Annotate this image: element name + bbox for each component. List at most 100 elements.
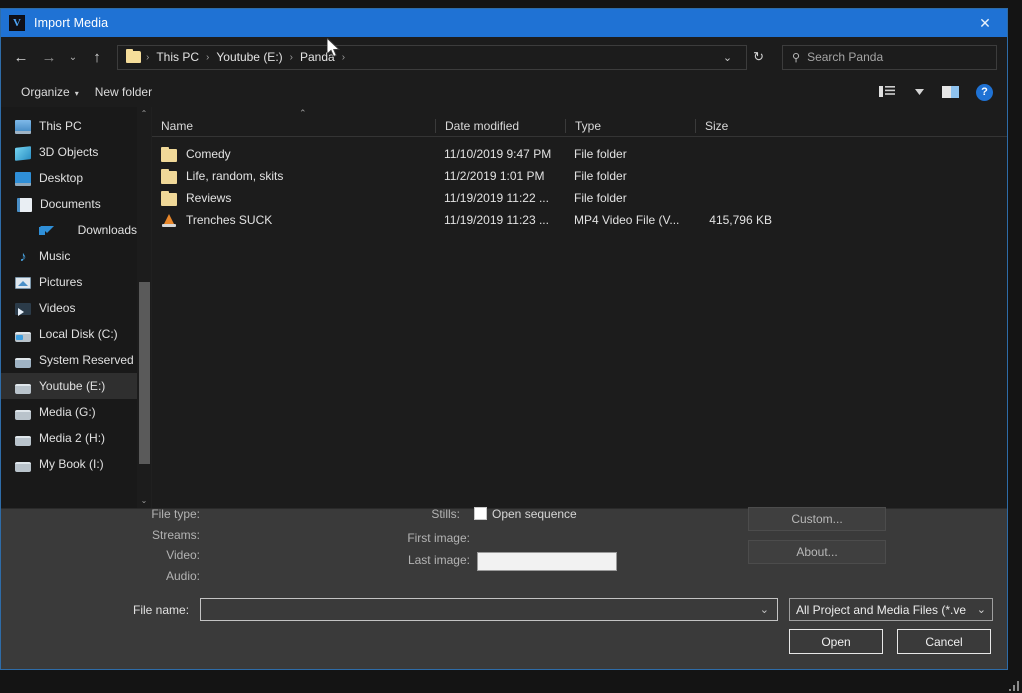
sidebar-item-videos[interactable]: Videos (1, 295, 137, 321)
sidebar-item-my-book-i[interactable]: My Book (I:) (1, 451, 137, 477)
file-name-cell: Comedy (152, 146, 435, 162)
folder-icon (161, 146, 177, 162)
preview-pane-icon[interactable] (936, 80, 966, 104)
vlc-cone-icon (161, 212, 177, 228)
table-row[interactable]: Comedy 11/10/2019 9:47 PM File folder (152, 143, 1007, 165)
table-row[interactable]: Reviews 11/19/2019 11:22 ... File folder (152, 187, 1007, 209)
table-row[interactable]: Life, random, skits 11/2/2019 1:01 PM Fi… (152, 165, 1007, 187)
sidebar-item-3d-objects[interactable]: 3D Objects (1, 139, 137, 165)
sidebar-item-label: Documents (40, 197, 101, 211)
command-bar: Organize ▾ New folder ? (1, 77, 1007, 107)
sidebar-item-media-g[interactable]: Media (G:) (1, 399, 137, 425)
folder-icon (126, 49, 141, 63)
chevron-down-icon[interactable]: ⌄ (760, 603, 777, 616)
column-header-size[interactable]: Size (695, 119, 782, 133)
videos-icon (15, 303, 31, 316)
vegas-app-icon: V (9, 15, 25, 31)
drive-icon (15, 409, 31, 420)
open-sequence-checkbox[interactable] (474, 507, 487, 520)
last-image-input[interactable] (477, 552, 617, 571)
address-chevron-down-icon[interactable]: ⌄ (713, 51, 742, 64)
sidebar-item-label: Desktop (39, 171, 84, 185)
sidebar-scrollbar-thumb[interactable] (139, 282, 150, 464)
column-header-date-modified[interactable]: Date modified (435, 119, 565, 133)
organize-button[interactable]: Organize ▾ (13, 81, 87, 103)
open-button[interactable]: Open (789, 629, 883, 654)
sidebar-item-system-reserved[interactable]: System Reserved (1, 347, 137, 373)
forward-icon[interactable]: → (35, 43, 63, 71)
column-header-type[interactable]: Type (565, 119, 695, 133)
drive-icon (15, 357, 31, 368)
folder-icon (161, 168, 177, 184)
desktop-icon (15, 172, 31, 186)
up-icon[interactable]: ↑ (83, 43, 111, 71)
sidebar-item-label: 3D Objects (39, 145, 99, 159)
close-button[interactable]: ✕ (963, 9, 1007, 37)
search-input[interactable]: ⚲ Search Panda (782, 44, 997, 70)
back-icon[interactable]: ← (7, 43, 35, 71)
column-header-row: Name Date modified Type Size (152, 107, 1007, 137)
file-type-label: File type: (151, 507, 200, 521)
breadcrumb-this-pc[interactable]: This PC (151, 47, 204, 67)
breadcrumb-separator: › (146, 51, 150, 63)
file-name-input[interactable]: ⌄ (200, 598, 778, 621)
refresh-icon[interactable]: ↻ (747, 49, 770, 65)
navigation-bar: ← → ⌄ ↑ › This PC › Youtube (E:) › Panda… (1, 37, 1007, 77)
dialog-body: This PC 3D Objects Desktop Documents Dow… (1, 107, 1007, 508)
breadcrumb-separator: › (341, 51, 346, 63)
sidebar-item-downloads[interactable]: Downloads (1, 217, 137, 243)
sidebar-item-label: This PC (39, 119, 82, 133)
sidebar-item-label: My Book (I:) (39, 457, 104, 471)
first-image-label: First image: (407, 531, 470, 545)
scroll-up-icon[interactable]: ⌃ (137, 107, 151, 121)
file-name-cell: Reviews (152, 190, 435, 206)
dialog-title: Import Media (34, 16, 109, 30)
sidebar-item-label: Local Disk (C:) (39, 327, 118, 341)
file-date-cell: 11/19/2019 11:22 ... (444, 191, 549, 205)
column-header-name[interactable]: Name (152, 119, 435, 133)
downloads-icon (39, 225, 55, 235)
resize-grip[interactable] (1007, 679, 1019, 691)
help-icon[interactable]: ? (976, 83, 993, 101)
open-sequence-label[interactable]: Open sequence (492, 507, 577, 521)
file-type-filter-value: All Project and Media Files (*.ve (796, 602, 967, 617)
sidebar-scrollbar[interactable]: ⌃ ⌄ (137, 107, 151, 508)
sidebar-item-youtube-e[interactable]: Youtube (E:) (1, 373, 137, 399)
sidebar-item-music[interactable]: ♪ Music (1, 243, 137, 269)
new-folder-button[interactable]: New folder (87, 81, 160, 103)
sidebar-item-local-disk-c[interactable]: Local Disk (C:) (1, 321, 137, 347)
search-icon: ⚲ (792, 51, 801, 64)
about-button[interactable]: About... (748, 540, 886, 564)
file-type-cell: File folder (574, 191, 627, 205)
address-bar[interactable]: › This PC › Youtube (E:) › Panda › ⌄ (117, 44, 748, 70)
file-date-cell: 11/10/2019 9:47 PM (444, 147, 552, 161)
file-type-filter-select[interactable]: All Project and Media Files (*.ve ⌄ (789, 598, 993, 621)
pictures-icon (15, 277, 31, 289)
breadcrumb-panda[interactable]: Panda (295, 47, 340, 67)
chevron-down-icon: ⌄ (976, 604, 986, 616)
breadcrumb-youtube-e[interactable]: Youtube (E:) (211, 47, 287, 67)
table-row[interactable]: Trenches SUCK 11/19/2019 11:23 ... MP4 V… (152, 209, 1007, 231)
sidebar-item-label: Media (G:) (39, 405, 96, 419)
organize-label: Organize (21, 85, 70, 99)
drive-icon (15, 461, 31, 472)
drive-icon (15, 435, 31, 446)
scroll-down-icon[interactable]: ⌄ (137, 494, 151, 508)
last-image-label: Last image: (407, 553, 470, 567)
breadcrumb-separator: › (289, 51, 293, 63)
sidebar-item-this-pc[interactable]: This PC (1, 113, 137, 139)
file-rows: Comedy 11/10/2019 9:47 PM File folder Li… (152, 137, 1007, 508)
sidebar-item-documents[interactable]: Documents (1, 191, 137, 217)
file-name-cell: Life, random, skits (152, 168, 435, 184)
view-options-chevron-down-icon[interactable] (904, 80, 934, 104)
sidebar-item-desktop[interactable]: Desktop (1, 165, 137, 191)
sidebar-item-media-2-h[interactable]: Media 2 (H:) (1, 425, 137, 451)
file-date-cell: 11/2/2019 1:01 PM (444, 169, 545, 183)
sidebar-item-pictures[interactable]: Pictures (1, 269, 137, 295)
search-placeholder: Search Panda (807, 50, 884, 64)
navigation-pane-list: This PC 3D Objects Desktop Documents Dow… (1, 107, 137, 508)
custom-button[interactable]: Custom... (748, 507, 886, 531)
recent-locations-chevron-down-icon[interactable]: ⌄ (63, 43, 83, 71)
cancel-button[interactable]: Cancel (897, 629, 991, 654)
view-layout-icon[interactable] (872, 80, 902, 104)
